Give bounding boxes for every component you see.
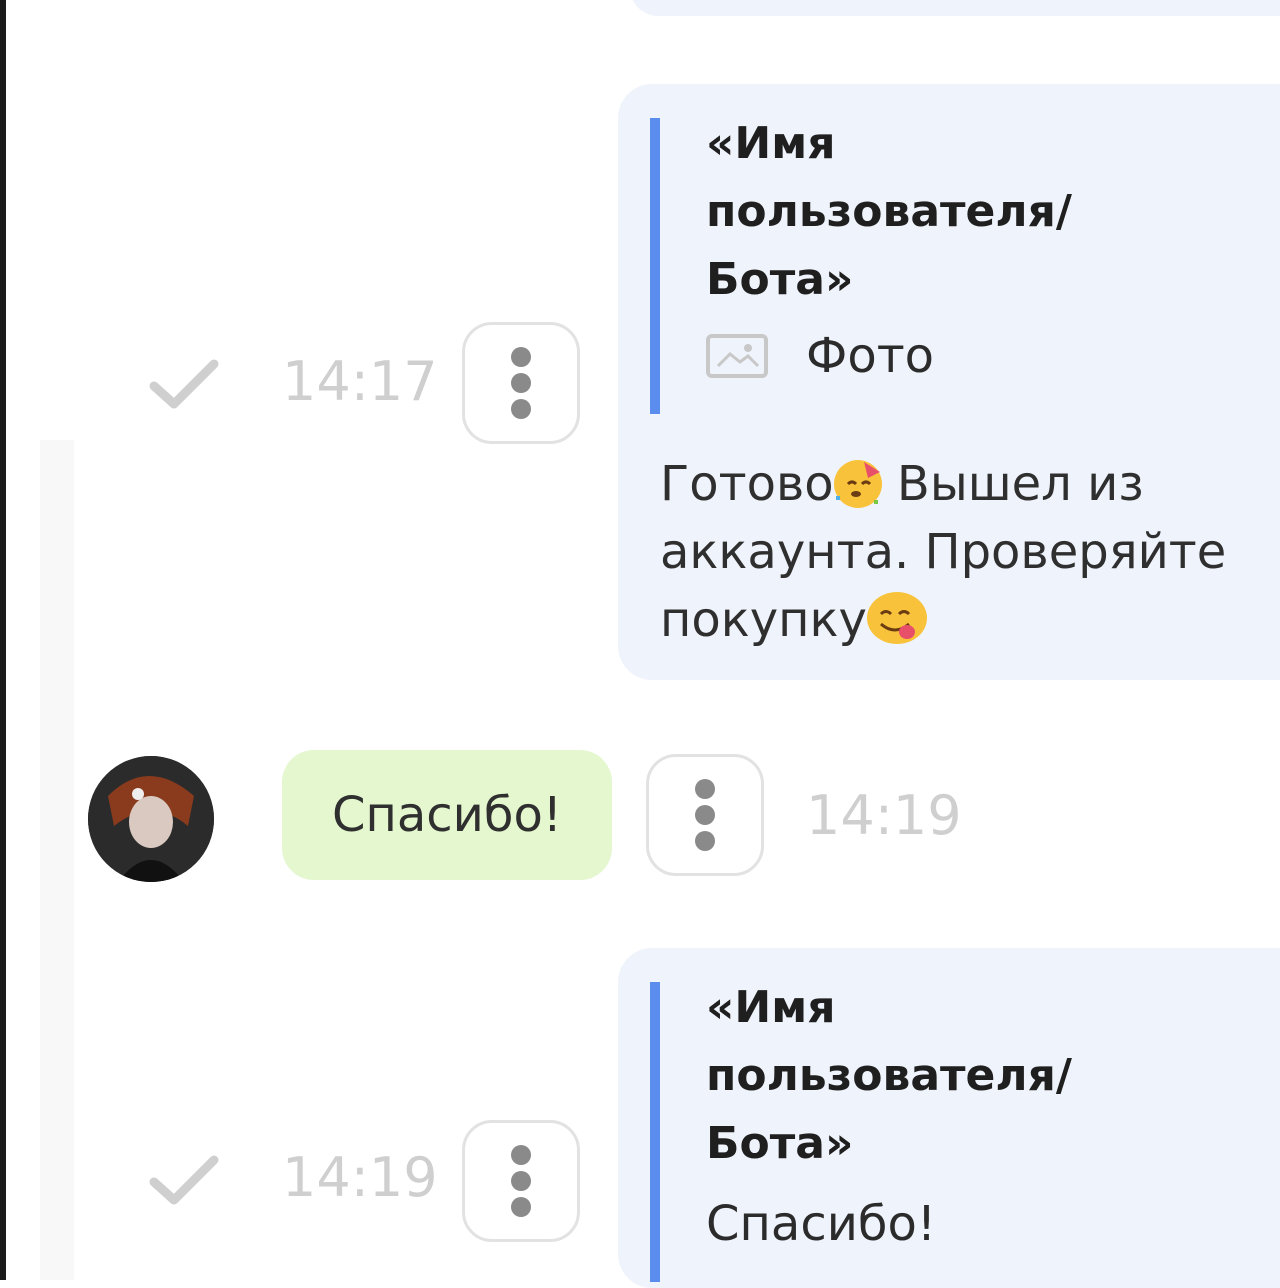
reply-quote[interactable]: «Имя пользователя/ Бота» Спасибо! xyxy=(650,982,1266,1282)
more-icon-dot xyxy=(511,373,531,393)
message-menu-button[interactable] xyxy=(462,322,580,444)
message-time: 14:19 xyxy=(806,784,962,847)
window-edge xyxy=(0,0,6,1280)
photo-icon xyxy=(706,334,768,378)
message-time: 14:19 xyxy=(282,1146,438,1209)
partying-face-emoji xyxy=(833,460,882,508)
quote-text: Спасибо! xyxy=(706,1196,937,1252)
more-icon-dot xyxy=(695,805,715,825)
message-text-part: Готово xyxy=(660,456,834,512)
message-bubble-outgoing[interactable]: «Имя пользователя/ Бота» Спасибо! xyxy=(618,948,1280,1288)
more-icon-dot xyxy=(511,399,531,419)
message-menu-button[interactable] xyxy=(462,1120,580,1242)
yum-face-emoji xyxy=(866,592,927,644)
more-icon xyxy=(695,779,715,799)
reply-quote[interactable]: «Имя пользователя/ Бота» Фото xyxy=(650,118,1266,414)
avatar[interactable] xyxy=(88,756,214,882)
more-icon-dot xyxy=(695,831,715,851)
message-text: Готово Вышел из аккаунта. Проверяйте пок… xyxy=(660,450,1280,654)
check-icon xyxy=(149,1155,219,1205)
message-time: 14:17 xyxy=(282,350,438,413)
quote-media-label: Фото xyxy=(806,328,935,384)
quote-author: «Имя пользователя/ Бота» xyxy=(706,982,1072,1169)
message-text: Спасибо! xyxy=(331,787,563,843)
more-icon-dot xyxy=(511,1197,531,1217)
more-icon xyxy=(511,347,531,367)
check-icon xyxy=(149,359,219,409)
previous-message-bubble xyxy=(630,0,1280,16)
message-menu-button[interactable] xyxy=(646,754,764,876)
message-bubble-incoming[interactable]: Спасибо! xyxy=(282,750,612,880)
quote-author: «Имя пользователя/ Бота» xyxy=(706,118,1072,305)
message-bubble-outgoing[interactable]: «Имя пользователя/ Бота» Фото Готово Выш… xyxy=(618,84,1280,680)
more-icon xyxy=(511,1145,531,1165)
more-icon-dot xyxy=(511,1171,531,1191)
side-shade xyxy=(40,440,74,1280)
quote-media: Фото xyxy=(706,328,1266,384)
